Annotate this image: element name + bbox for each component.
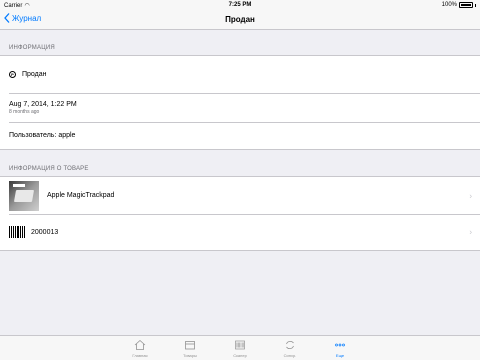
barcode-row[interactable]: 2000013 › [0, 214, 480, 250]
battery-tip [475, 3, 476, 7]
navigation-bar: Журнал Продан [0, 10, 480, 30]
scanner-icon [234, 339, 246, 351]
sale-date-relative: 8 months ago [9, 108, 40, 115]
page-title: Продан [225, 15, 255, 24]
info-group: P Продан Aug 7, 2014, 1:22 PM 8 months a… [0, 55, 480, 150]
tab-label: Синхр. [283, 353, 297, 358]
thumbnail-label [13, 183, 25, 187]
tab-label: Главная [132, 353, 148, 358]
tab-label: Товары [183, 353, 197, 358]
tab-bar: Главная Товары Сканер Синхр. Еще [0, 335, 480, 360]
barcode-value: 2000013 [31, 228, 59, 236]
product-thumbnail [9, 180, 39, 211]
product-name: Apple MagicTrackpad [47, 192, 115, 199]
section-header-info: ИНФОРМАЦИЯ [9, 45, 55, 51]
thumbnail-trackpad [13, 189, 35, 202]
product-group: Apple MagicTrackpad › 2000013 › [0, 176, 480, 251]
sold-status-icon: P [9, 71, 16, 78]
tab-products[interactable]: Товары [165, 336, 215, 360]
status-time: 7:25 PM [228, 2, 252, 8]
barcode-icon [9, 226, 25, 238]
section-header-product: ИНФОРМАЦИЯ О ТОВАРЕ [9, 166, 89, 172]
user-text: Пользователь: apple [9, 132, 76, 139]
battery-percent: 100% [441, 2, 457, 8]
battery-icon [459, 2, 473, 8]
tab-label: Еще [335, 353, 345, 358]
sale-date: Aug 7, 2014, 1:22 PM [9, 100, 77, 108]
user-row: Пользователь: apple [0, 122, 480, 149]
sync-icon [284, 339, 296, 351]
products-icon [184, 339, 196, 351]
more-icon [334, 339, 346, 351]
chevron-right-icon: › [469, 227, 472, 237]
product-row[interactable]: Apple MagicTrackpad › [0, 177, 480, 214]
status-battery: 100% [442, 2, 476, 8]
tab-label: Сканер [233, 353, 247, 358]
status-bar: Carrier ◠ 7:25 PM 100% [0, 0, 480, 10]
tab-home[interactable]: Главная [115, 336, 165, 360]
chevron-right-icon: › [469, 191, 472, 200]
tab-scanner[interactable]: Сканер [215, 336, 265, 360]
tab-more[interactable]: Еще [315, 336, 365, 360]
home-icon [134, 339, 146, 351]
status-text: Продан [22, 71, 47, 78]
status-row: P Продан [0, 56, 480, 93]
date-row: Aug 7, 2014, 1:22 PM 8 months ago [0, 93, 480, 122]
tab-sync[interactable]: Синхр. [265, 336, 315, 360]
